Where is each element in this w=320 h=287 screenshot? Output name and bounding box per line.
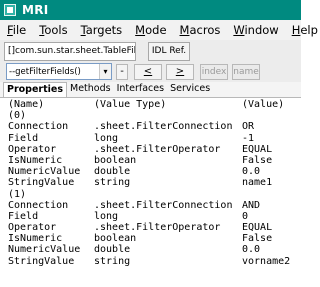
property-row[interactable]: StringValue string vorname2 (8, 256, 301, 267)
view-tabs: Properties Methods Interfaces Services (0, 82, 301, 98)
menu-item[interactable]: Tools (39, 23, 67, 37)
app-icon (4, 4, 16, 16)
property-row[interactable]: NumericValue double 0.0 (8, 244, 301, 255)
property-type: .sheet.FilterConnection (94, 121, 233, 133)
menu-item[interactable]: Window (233, 23, 278, 37)
index-button[interactable]: index (200, 64, 228, 80)
property-value: AND (242, 199, 261, 211)
property-value: (Value) (242, 99, 285, 110)
property-name: (0) (8, 110, 27, 122)
property-type: boolean (94, 154, 137, 166)
window-title: MRI (22, 3, 49, 17)
method-combo[interactable]: --getFilterFields() ▾ (6, 63, 112, 80)
property-name: Field (8, 132, 39, 144)
property-row[interactable]: Connection .sheet.FilterConnection AND (8, 200, 301, 211)
property-type: string (94, 255, 131, 267)
property-value: EQUAL (242, 222, 273, 234)
property-value: -1 (242, 132, 255, 144)
property-type: .sheet.FilterOperator (94, 222, 221, 234)
property-name: NumericValue (8, 166, 81, 178)
property-name: Operator (8, 143, 57, 155)
forward-button[interactable]: > (166, 64, 194, 80)
property-name: IsNumeric (8, 233, 63, 245)
back-arrow-icon: < (143, 66, 153, 77)
menu-label: ode (145, 23, 167, 37)
property-row[interactable]: NumericValue double 0.0 (8, 166, 301, 177)
property-value: False (242, 233, 273, 245)
property-row[interactable]: (0) (8, 110, 301, 121)
property-row[interactable]: Connection .sheet.FilterConnection OR (8, 121, 301, 132)
dash-button[interactable]: - (116, 64, 128, 80)
property-row[interactable]: IsNumeric boolean False (8, 233, 301, 244)
property-name: StringValue (8, 177, 75, 189)
name-button[interactable]: name (232, 64, 260, 80)
menu-bar: File Tools Targets Mode Macros Window Help (0, 20, 318, 40)
property-row[interactable]: StringValue string name1 (8, 177, 301, 188)
toolbar-nav: --getFilterFields() ▾ - < > index name (0, 62, 301, 82)
property-type: .sheet.FilterOperator (94, 143, 221, 155)
property-name: Connection (8, 199, 69, 211)
tab-services[interactable]: Services (167, 82, 213, 97)
tab-interfaces[interactable]: Interfaces (114, 82, 167, 97)
property-value: name1 (242, 177, 273, 189)
property-value: 0.0 (242, 166, 261, 178)
property-type: double (94, 244, 131, 256)
menu-item[interactable]: File (7, 23, 26, 37)
menu-label: ile (12, 23, 27, 37)
title-bar: MRI (0, 0, 301, 20)
property-type: string (94, 177, 131, 189)
tab-methods[interactable]: Methods (67, 82, 114, 97)
chevron-down-icon[interactable]: ▾ (99, 64, 111, 79)
property-row[interactable]: Field long 0 (8, 211, 301, 222)
property-name: Operator (8, 222, 57, 234)
menu-label: elp (300, 23, 318, 37)
menu-item[interactable]: Mode (135, 23, 166, 37)
menu-item[interactable]: Help (292, 23, 318, 37)
menu-mnemonic: M (179, 23, 190, 37)
menu-item[interactable]: Targets (81, 23, 123, 37)
property-type: long (94, 210, 119, 222)
property-name: IsNumeric (8, 154, 63, 166)
property-type: double (94, 166, 131, 178)
property-row[interactable]: Field long -1 (8, 133, 301, 144)
property-value: EQUAL (242, 143, 273, 155)
property-name: NumericValue (8, 244, 81, 256)
property-row[interactable]: (Name) (Value Type) (Value) (8, 99, 301, 110)
property-name: (1) (8, 188, 27, 200)
property-value: OR (242, 121, 255, 133)
property-value: vorname2 (242, 255, 291, 267)
property-value: False (242, 154, 273, 166)
menu-mnemonic: W (233, 23, 245, 37)
tab-properties[interactable]: Properties (3, 82, 67, 97)
menu-label: indow (244, 23, 279, 37)
menu-label: acros (189, 23, 221, 37)
back-button[interactable]: < (134, 64, 162, 80)
menu-item[interactable]: Macros (180, 23, 221, 37)
property-value: 0.0 (242, 244, 261, 256)
property-row[interactable]: IsNumeric boolean False (8, 155, 301, 166)
property-type: boolean (94, 233, 137, 245)
toolbar-top: []com.sun.star.sheet.TableFilterFiel IDL… (0, 40, 301, 62)
property-name: Connection (8, 121, 69, 133)
forward-arrow-icon: > (175, 66, 185, 77)
property-row[interactable]: Operator .sheet.FilterOperator EQUAL (8, 144, 301, 155)
property-row[interactable]: (1) (8, 189, 301, 200)
property-type: long (94, 132, 119, 144)
property-row[interactable]: Operator .sheet.FilterOperator EQUAL (8, 222, 301, 233)
property-value: 0 (242, 210, 249, 222)
menu-label: ools (44, 23, 68, 37)
property-name: Field (8, 210, 39, 222)
method-combo-value: --getFilterFields() (9, 66, 81, 77)
property-type: (Value Type) (94, 99, 167, 110)
menu-mnemonic: M (135, 23, 146, 37)
property-type: .sheet.FilterConnection (94, 199, 233, 211)
idl-ref-button[interactable]: IDL Ref. (148, 41, 190, 61)
property-name: StringValue (8, 255, 75, 267)
properties-list: (Name) (Value Type) (Value) (0) Connection .s… (0, 99, 301, 287)
path-tab[interactable]: []com.sun.star.sheet.TableFilterFiel (4, 41, 136, 61)
menu-label: argets (85, 23, 123, 37)
property-name: (Name) (8, 99, 45, 110)
